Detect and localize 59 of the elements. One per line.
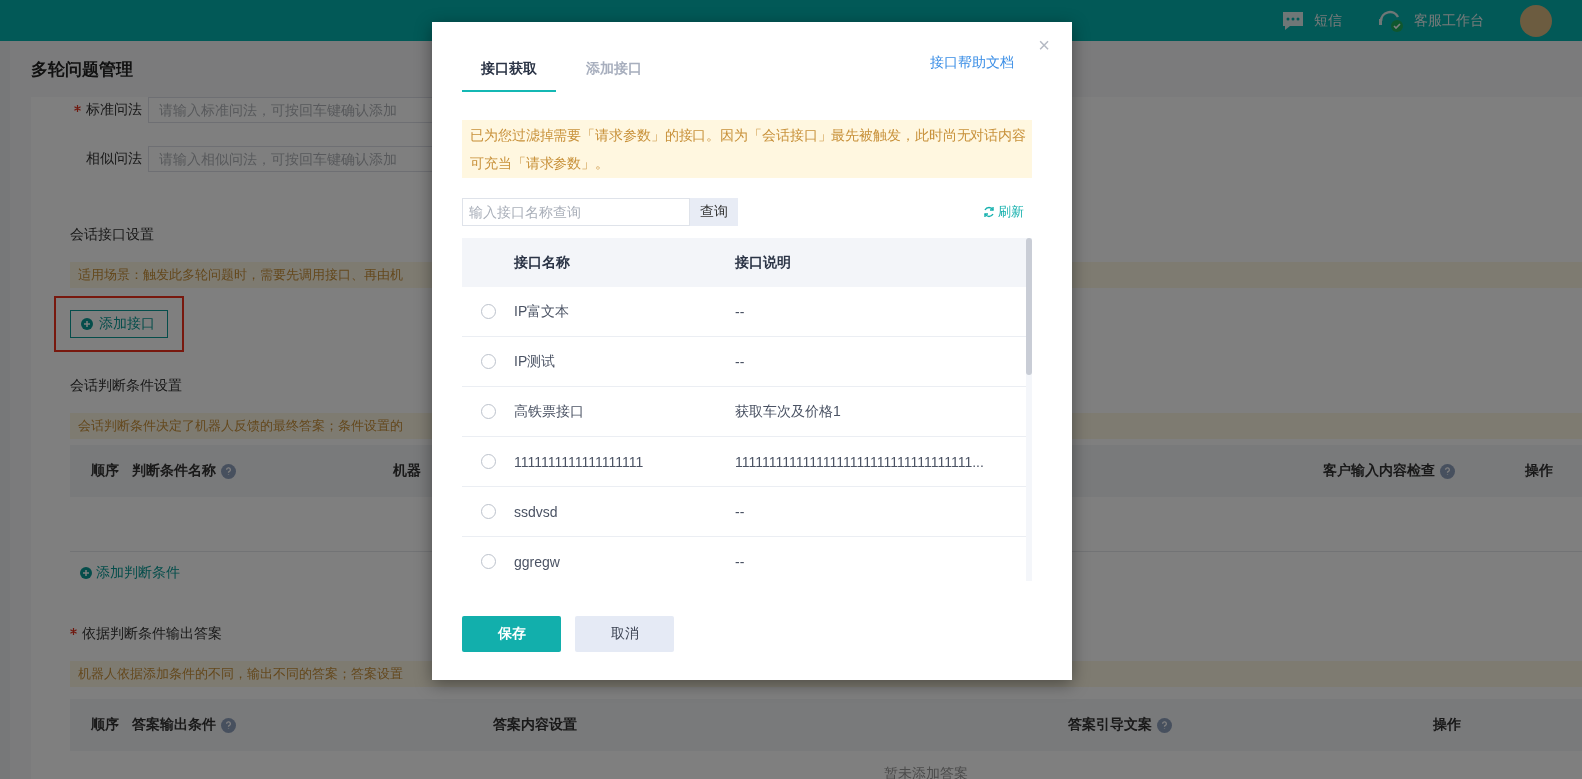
avatar[interactable] — [1520, 4, 1552, 37]
help-doc-link[interactable]: 接口帮助文档 — [930, 54, 1014, 72]
table-cell-text: ggregw — [514, 553, 561, 570]
search-button[interactable]: 查询 — [690, 198, 738, 226]
column-header: 机器 — [393, 462, 421, 480]
table-cell-text: -- — [735, 553, 746, 570]
section-title: 会话接口设置 — [70, 225, 154, 244]
column-header: 顺序 — [91, 716, 119, 734]
scrollbar-thumb[interactable] — [1026, 238, 1032, 375]
table-cell-text: 1111111111111111111 — [514, 453, 645, 470]
headset-icon[interactable] — [1378, 8, 1404, 33]
required-asterisk-icon — [74, 105, 81, 112]
column-header: 答案引导文案 — [1068, 716, 1172, 734]
radio-button[interactable] — [480, 404, 496, 419]
add-condition-link[interactable]: 添加判断条件 — [70, 564, 180, 582]
radio-button[interactable] — [480, 504, 496, 519]
tab[interactable]: 接口获取 — [462, 52, 556, 92]
cancel-button[interactable]: 取消 — [575, 616, 674, 652]
radio-button[interactable] — [480, 554, 496, 569]
section-title: 依据判断条件输出答案 — [70, 624, 222, 644]
refresh-icon[interactable] — [983, 206, 995, 218]
plus-circle-icon — [81, 318, 93, 330]
save-button[interactable]: 保存 — [462, 616, 561, 652]
column-header: 答案输出条件 — [132, 716, 236, 734]
refresh-link[interactable]: 刷新 — [983, 203, 1024, 221]
close-button[interactable]: × — [1038, 34, 1050, 57]
table-cell-text: IP测试 — [514, 352, 557, 371]
help-icon — [221, 463, 236, 479]
table-cell-text: IP富文本 — [514, 302, 571, 321]
required-asterisk-icon — [70, 628, 77, 635]
column-header: 操作 — [1525, 462, 1553, 480]
search-field[interactable]: 输入接口名称查询 — [462, 198, 690, 226]
add-interface-button[interactable]: 添加接口 — [70, 310, 168, 338]
column-header: 顺序 — [91, 462, 119, 480]
page-title: 多轮问题管理 — [31, 58, 133, 81]
table-cell-text: 11111111111111111111111111111111111... — [735, 453, 985, 470]
radio-button[interactable] — [480, 354, 496, 369]
table-cell-text: ssdvsd — [514, 503, 559, 520]
tab[interactable]: 添加接口 — [586, 52, 680, 92]
notice-banner: 已为您过滤掉需要「请求参数」的接口。因为「会话接口」最先被触发，此时尚无对话内容可充当「请求参数」。 — [462, 120, 1032, 178]
sms-label[interactable]: 短信 — [1314, 11, 1342, 30]
table-cell-text: -- — [735, 503, 746, 520]
workbench-label[interactable]: 客服工作台 — [1414, 11, 1484, 30]
help-icon — [221, 717, 236, 733]
help-icon — [1440, 463, 1455, 479]
table-cell-text: -- — [735, 353, 746, 370]
plus-circle-icon — [80, 567, 92, 579]
field-label: 标准问法 — [70, 101, 142, 119]
chat-bubble-icon[interactable] — [1282, 10, 1304, 31]
section-title: 会话判断条件设置 — [70, 376, 182, 395]
column-header: 客户输入内容检查 — [1323, 462, 1455, 480]
help-icon — [1157, 717, 1172, 733]
column-header: 操作 — [1433, 716, 1461, 734]
radio-button[interactable] — [480, 304, 496, 319]
column-header: 判断条件名称 — [132, 462, 236, 480]
table-cell-text: -- — [735, 303, 746, 320]
radio-button[interactable] — [480, 454, 496, 469]
field-label: 相似问法 — [85, 150, 142, 168]
column-header: 答案内容设置 — [493, 716, 577, 734]
